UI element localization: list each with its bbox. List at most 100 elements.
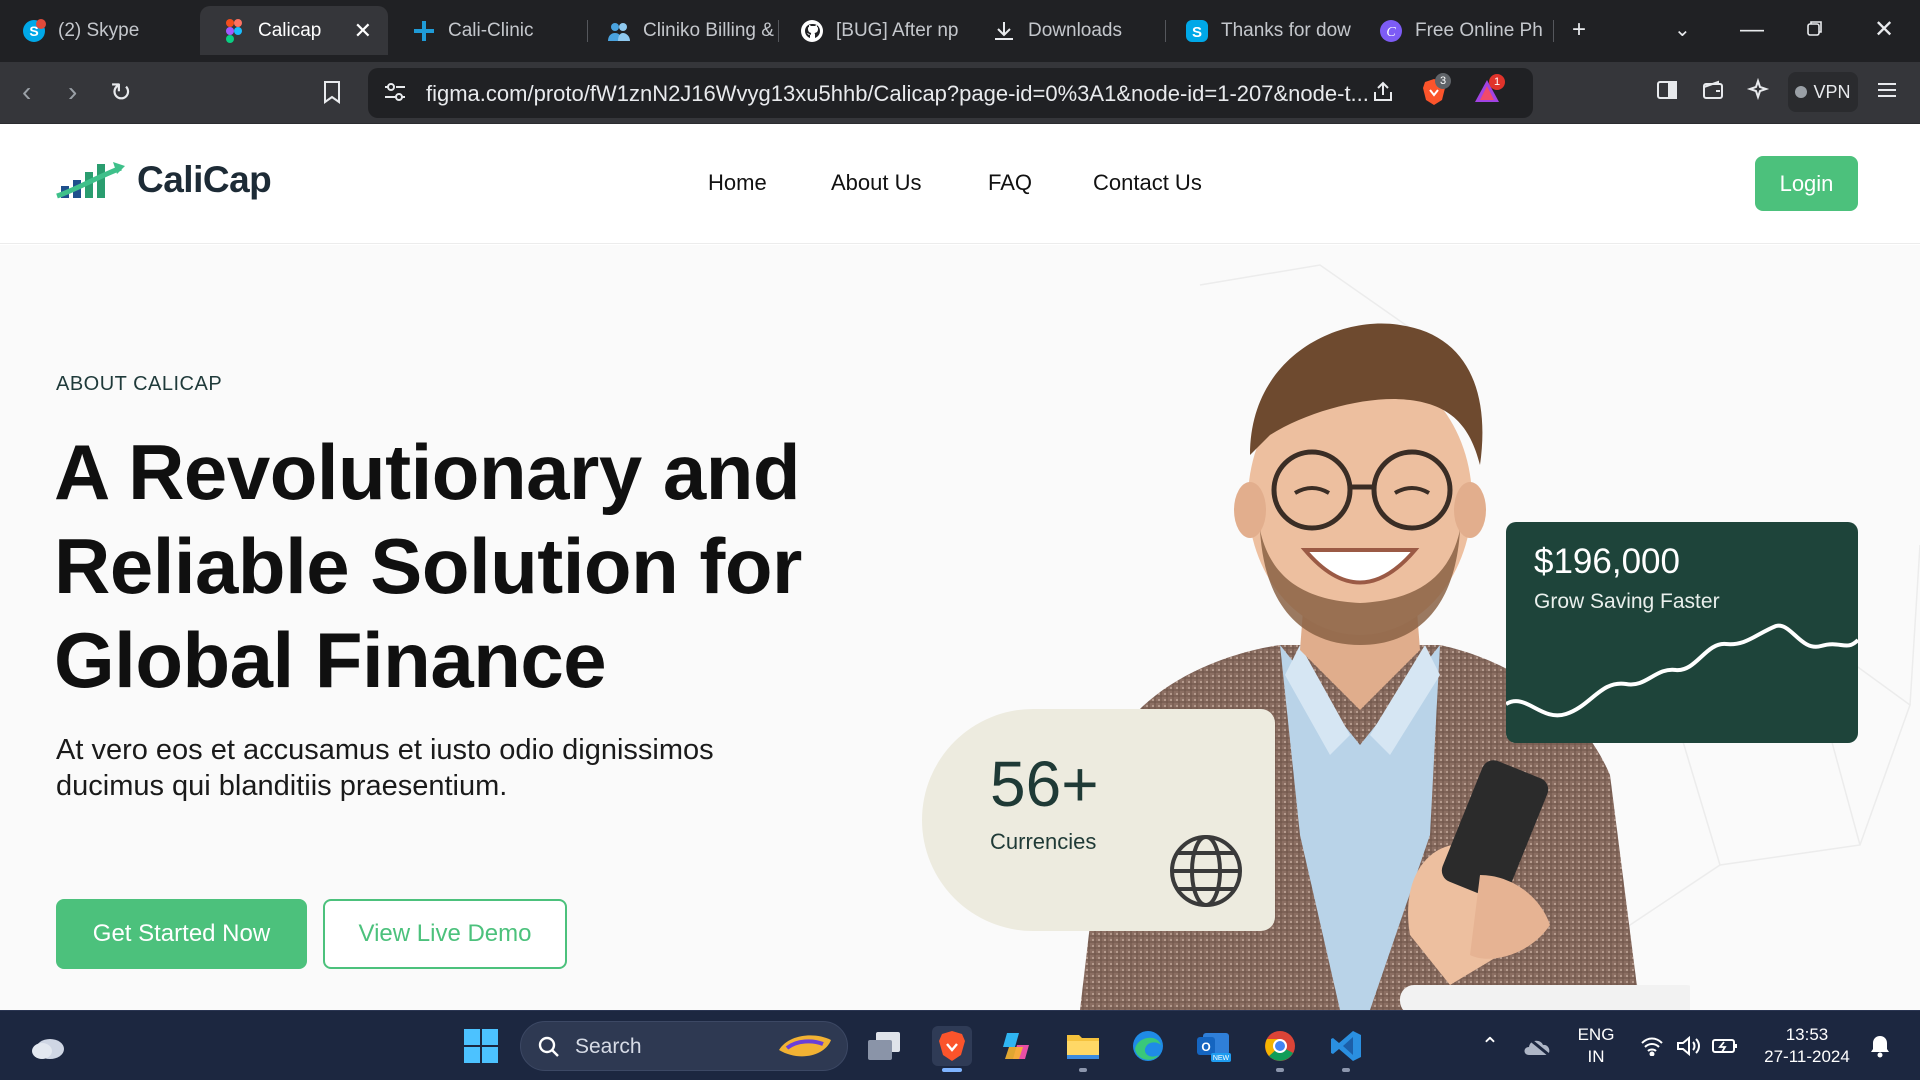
search-highlight-icon xyxy=(779,1035,831,1057)
share-icon[interactable] xyxy=(1371,80,1395,109)
hero-title-line: Reliable Solution for xyxy=(54,522,802,610)
edge-icon[interactable] xyxy=(1128,1026,1168,1066)
tab-title: Cali-Clinic xyxy=(448,19,534,41)
search-label: Search xyxy=(575,1035,642,1058)
windows-taskbar: Search O NEW ⌃ ENG IN 13:53 27-11-2024 xyxy=(0,1010,1920,1080)
region-code: IN xyxy=(1587,1047,1605,1066)
wallet-icon[interactable] xyxy=(1701,78,1725,107)
brave-rewards-icon[interactable]: 1 xyxy=(1473,74,1505,109)
rewards-badge: 1 xyxy=(1489,74,1505,90)
forward-icon[interactable]: › xyxy=(68,76,77,108)
view-live-demo-button[interactable]: View Live Demo xyxy=(323,899,567,969)
clock-date: 27-11-2024 xyxy=(1764,1047,1850,1066)
sidebar-toggle-icon[interactable] xyxy=(1655,78,1679,107)
onedrive-icon[interactable] xyxy=(1518,1026,1558,1066)
login-button[interactable]: Login xyxy=(1755,156,1858,211)
figma-icon xyxy=(222,18,246,43)
reload-icon[interactable]: ↻ xyxy=(110,76,132,108)
saving-label: Grow Saving Faster xyxy=(1534,590,1720,613)
nav-home[interactable]: Home xyxy=(708,170,767,196)
hero-title-line: Global Finance xyxy=(54,616,607,704)
canva-icon: C xyxy=(1379,19,1403,43)
outlook-new-icon[interactable]: O NEW xyxy=(1193,1026,1233,1066)
tab-downloads[interactable]: Downloads xyxy=(970,6,1160,55)
people-icon xyxy=(607,19,631,43)
logo-text: CaliCap xyxy=(137,159,272,200)
clock[interactable]: 13:53 27-11-2024 xyxy=(1752,1024,1862,1068)
url-text: figma.com/proto/fW1znN2J16Wvyg13xu5hhb/C… xyxy=(426,81,1369,106)
github-icon xyxy=(800,19,824,43)
wifi-icon[interactable] xyxy=(1632,1026,1672,1066)
svg-text:NEW: NEW xyxy=(1213,1055,1230,1062)
copilot-icon[interactable] xyxy=(996,1026,1036,1066)
hero-title: A Revolutionary and Reliable Solution fo… xyxy=(54,425,874,707)
hero-subtitle: At vero eos et accusamus et iusto odio d… xyxy=(56,734,714,802)
tab-skype[interactable]: S (2) Skype xyxy=(0,6,190,55)
saving-card: $196,000 Grow Saving Faster xyxy=(1506,522,1858,743)
tab-cali-clinic[interactable]: Cali-Clinic xyxy=(390,6,580,55)
tab-free-online[interactable]: C Free Online Ph xyxy=(1357,6,1547,55)
calicap-logo[interactable]: CaliCap xyxy=(55,156,272,204)
hero-title-line: A Revolutionary and xyxy=(54,428,801,516)
tab-github-bug[interactable]: [BUG] After np xyxy=(778,6,968,55)
volume-icon[interactable] xyxy=(1668,1026,1708,1066)
vpn-status-icon xyxy=(1795,86,1808,98)
nav-about-us[interactable]: About Us xyxy=(831,170,922,196)
site-settings-icon[interactable] xyxy=(384,80,406,109)
vpn-button[interactable]: VPN xyxy=(1788,72,1858,112)
tab-skype-thanks[interactable]: S Thanks for dow xyxy=(1163,6,1353,55)
weather-icon[interactable] xyxy=(28,1026,68,1066)
notification-bell-icon[interactable] xyxy=(1860,1026,1900,1066)
brave-shields-icon[interactable]: 3 xyxy=(1421,73,1451,112)
close-window-icon[interactable]: ✕ xyxy=(1874,14,1894,46)
minimize-icon[interactable]: — xyxy=(1740,14,1764,46)
hero-eyebrow: ABOUT CALICAP xyxy=(56,373,223,395)
vscode-icon[interactable] xyxy=(1326,1026,1366,1066)
tab-search-chevron-icon[interactable]: ⌄ xyxy=(1674,14,1691,46)
cali-clinic-icon xyxy=(412,19,436,43)
leo-ai-icon[interactable] xyxy=(1746,77,1770,107)
shields-count-badge: 3 xyxy=(1435,73,1451,89)
language-code: ENG xyxy=(1577,1025,1615,1044)
show-hidden-icons-chevron-icon[interactable]: ⌃ xyxy=(1470,1026,1510,1066)
browser-toolbar: ‹ › ↻ figma.com/proto/fW1znN2J16Wvyg13xu… xyxy=(0,62,1920,124)
tab-cliniko-billing[interactable]: Cliniko Billing & xyxy=(585,6,775,55)
task-view-icon[interactable] xyxy=(864,1026,904,1066)
brave-icon[interactable] xyxy=(932,1026,972,1066)
tab-calicap[interactable]: Calicap ✕ xyxy=(200,6,388,55)
globe-icon xyxy=(1170,835,1242,907)
new-tab-icon[interactable]: + xyxy=(1572,14,1586,46)
nav-faq[interactable]: FAQ xyxy=(988,170,1032,196)
close-tab-icon[interactable]: ✕ xyxy=(354,18,372,44)
file-explorer-icon[interactable] xyxy=(1063,1026,1103,1066)
battery-charging-icon[interactable] xyxy=(1705,1026,1745,1066)
windows-start-icon[interactable] xyxy=(461,1026,501,1066)
clock-time: 13:53 xyxy=(1785,1025,1829,1044)
nav-contact-us[interactable]: Contact Us xyxy=(1093,170,1202,196)
saving-amount: $196,000 xyxy=(1534,542,1680,581)
saving-trend-line xyxy=(1506,623,1858,718)
vpn-label: VPN xyxy=(1813,81,1851,102)
restore-icon[interactable] xyxy=(1806,14,1824,46)
svg-text:O: O xyxy=(1201,1040,1210,1054)
currencies-count: 56+ xyxy=(990,748,1099,820)
running-indicator xyxy=(1079,1068,1087,1072)
tab-title: Cliniko Billing & xyxy=(643,19,774,41)
tab-separator xyxy=(1553,20,1554,42)
svg-text:S: S xyxy=(1192,24,1202,41)
search-icon xyxy=(538,1036,559,1057)
taskbar-search[interactable]: Search xyxy=(520,1021,848,1071)
address-bar[interactable]: figma.com/proto/fW1znN2J16Wvyg13xu5hhb/C… xyxy=(368,68,1533,118)
menu-icon[interactable] xyxy=(1875,78,1899,107)
tab-title: Thanks for dow xyxy=(1221,19,1351,41)
site-header: CaliCap Home About Us FAQ Contact Us Log… xyxy=(0,124,1920,244)
chrome-icon[interactable] xyxy=(1260,1026,1300,1066)
currencies-card: 56+ Currencies xyxy=(922,709,1275,931)
tab-title: Calicap xyxy=(258,19,322,41)
skype-icon: S xyxy=(1185,19,1209,43)
get-started-button[interactable]: Get Started Now xyxy=(56,899,307,969)
language-indicator[interactable]: ENG IN xyxy=(1568,1024,1624,1068)
back-icon[interactable]: ‹ xyxy=(22,76,31,108)
bookmark-icon[interactable] xyxy=(322,79,342,111)
browser-tab-strip: S (2) Skype Calicap ✕ Cali-Clinic Clinik… xyxy=(0,0,1920,62)
